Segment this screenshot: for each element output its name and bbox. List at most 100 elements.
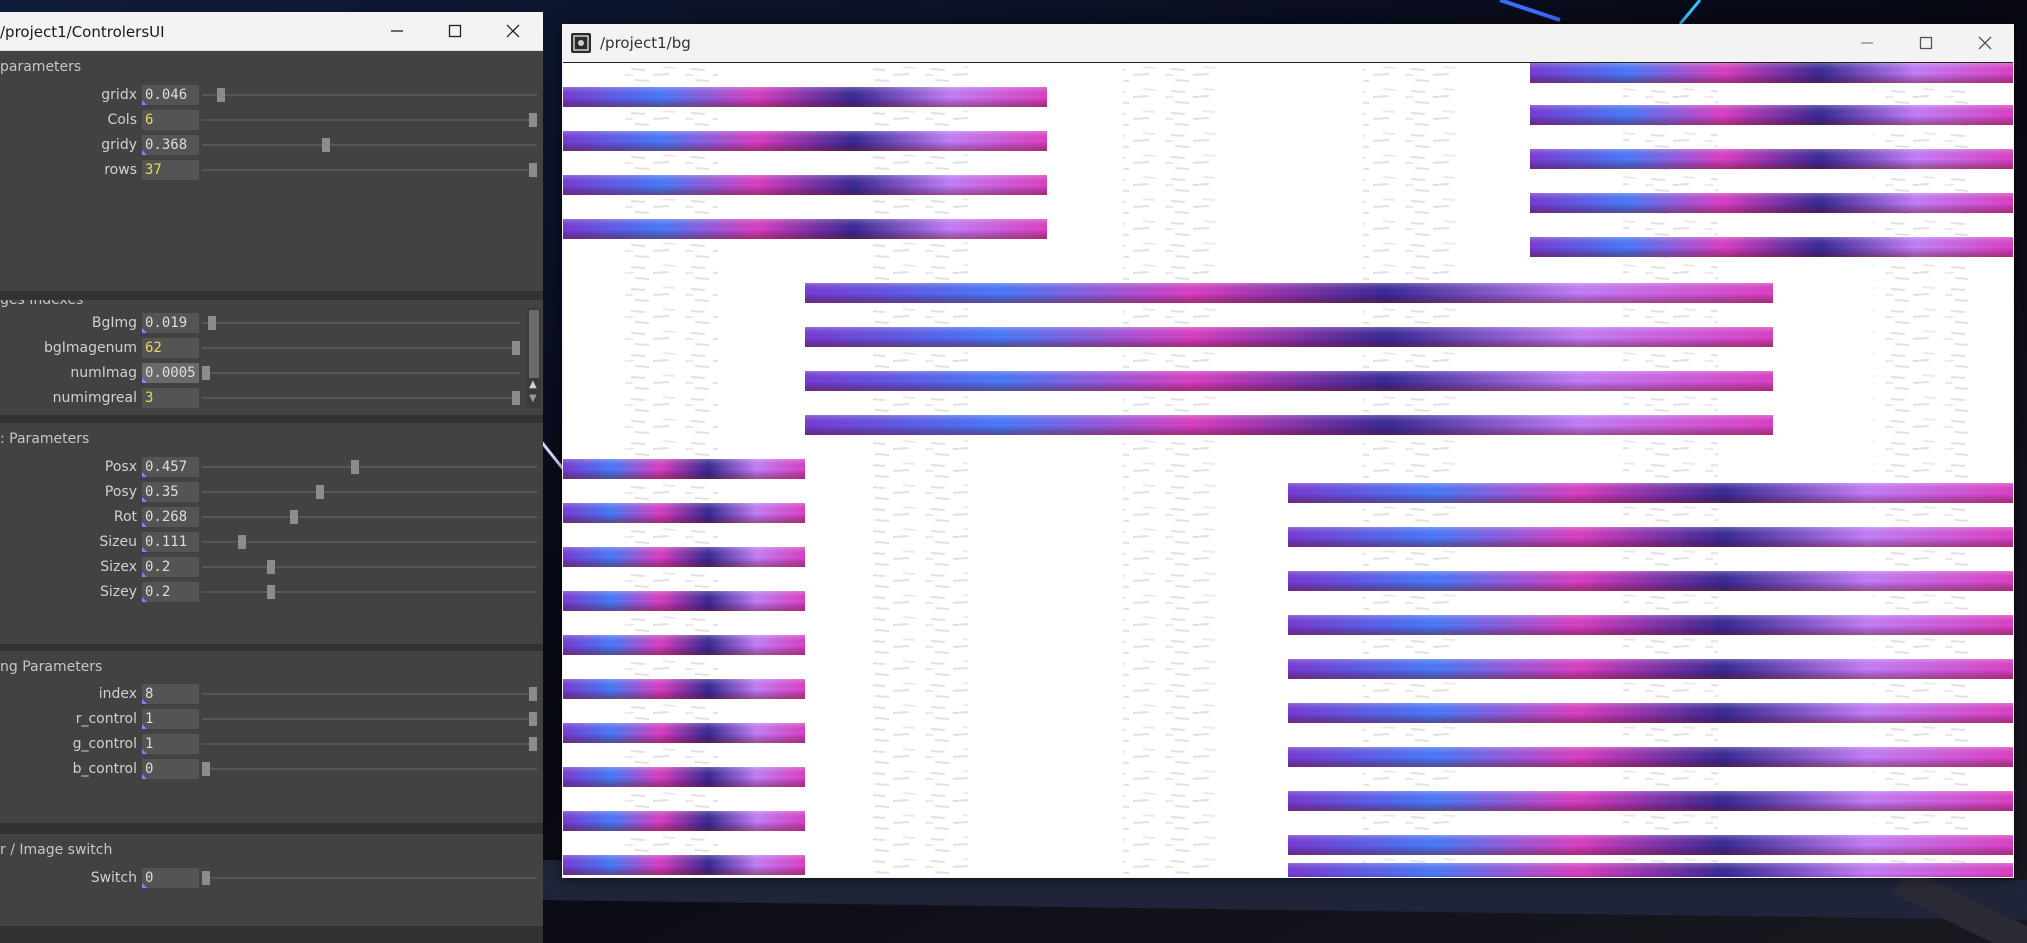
param-value-field[interactable]: 0.046 — [142, 85, 199, 105]
scroll-up-arrow-icon[interactable]: ▲ — [529, 380, 537, 390]
param-value-field[interactable]: 3 — [142, 388, 199, 408]
param-slider-handle[interactable] — [267, 585, 276, 599]
param-value: 0.111 — [145, 534, 188, 550]
param-value-field[interactable]: 0.0005 — [142, 363, 199, 383]
param-label: Posy — [104, 484, 137, 500]
param-slider-handle[interactable] — [529, 113, 537, 127]
image-stripe-shade — [1530, 237, 2013, 257]
image-stripe-shade — [1530, 193, 2013, 213]
param-slider-handle[interactable] — [529, 737, 537, 751]
param-value: 0.368 — [145, 137, 188, 153]
param-label: r_control — [75, 711, 137, 727]
param-slider-track[interactable] — [202, 516, 537, 518]
param-value-field[interactable]: 6 — [142, 110, 199, 130]
param-value: 0.019 — [145, 315, 188, 331]
param-slider-handle[interactable] — [529, 712, 537, 726]
image-stripe-shade — [563, 855, 805, 875]
bg-render-image — [563, 63, 2013, 877]
param-slider-track[interactable] — [202, 768, 537, 770]
param-slider-track[interactable] — [202, 119, 537, 121]
param-slider-track[interactable] — [202, 397, 520, 399]
param-slider-track[interactable] — [202, 877, 537, 879]
param-slider-handle[interactable] — [529, 687, 537, 701]
param-row-r-control: r_control 1 — [0, 709, 543, 729]
param-value-field[interactable]: 8 — [142, 684, 199, 704]
panel-transform-parameters: : Parameters Posx 0.457 Posy 0.35 Rot 0.… — [0, 423, 543, 644]
minimize-button[interactable] — [1838, 24, 1896, 62]
image-stripe-shade — [1288, 835, 2013, 855]
scroll-down-arrow-icon[interactable]: ▼ — [529, 394, 537, 404]
param-slider-track[interactable] — [202, 169, 537, 171]
param-value-field[interactable]: 0.368 — [142, 135, 199, 155]
param-label: Switch — [90, 870, 137, 886]
param-value-field[interactable]: 62 — [142, 338, 199, 358]
param-value-field[interactable]: 0 — [142, 759, 199, 779]
param-value-field[interactable]: 1 — [142, 734, 199, 754]
close-button[interactable] — [1956, 24, 2014, 62]
maximize-button[interactable] — [1897, 24, 1955, 62]
param-slider-handle[interactable] — [202, 762, 210, 776]
minimize-button[interactable] — [368, 12, 426, 50]
image-stripe-shade — [563, 767, 805, 787]
param-slider-handle[interactable] — [529, 163, 537, 177]
controllers-titlebar[interactable]: /project1/ControlersUI — [0, 12, 543, 51]
param-slider-track[interactable] — [202, 322, 520, 324]
param-value-field[interactable]: 0 — [142, 868, 199, 888]
param-slider-handle[interactable] — [289, 510, 298, 524]
param-slider-handle[interactable] — [267, 560, 276, 574]
param-slider-handle[interactable] — [316, 485, 325, 499]
image-stripe-shade — [1288, 747, 2013, 767]
param-row-sizex: Sizex 0.2 — [0, 557, 543, 577]
param-slider-track[interactable] — [202, 491, 537, 493]
param-value-field[interactable]: 0.35 — [142, 482, 199, 502]
close-button[interactable] — [484, 12, 542, 50]
ghost-column — [1123, 63, 1218, 877]
param-slider-track[interactable] — [202, 693, 537, 695]
param-row-rot: Rot 0.268 — [0, 507, 543, 527]
maximize-button[interactable] — [426, 12, 484, 50]
param-value-field[interactable]: 1 — [142, 709, 199, 729]
param-slider-handle[interactable] — [351, 460, 360, 474]
param-slider-track[interactable] — [202, 347, 520, 349]
param-slider-handle[interactable] — [217, 88, 226, 102]
param-row-posx: Posx 0.457 — [0, 457, 543, 477]
param-slider-track[interactable] — [202, 372, 520, 374]
image-stripe-shade — [805, 327, 1773, 347]
param-slider-track[interactable] — [202, 541, 537, 543]
param-slider-track[interactable] — [202, 466, 537, 468]
param-slider-track[interactable] — [202, 144, 537, 146]
param-slider-handle[interactable] — [512, 391, 520, 405]
image-stripe-shade — [1288, 615, 2013, 635]
param-value-field[interactable]: 0.2 — [142, 582, 199, 602]
param-label: Posx — [104, 459, 137, 475]
param-slider-handle[interactable] — [207, 316, 216, 330]
image-stripe-shade — [563, 679, 805, 699]
param-row-bgimg: BgImg 0.019 — [0, 313, 543, 333]
param-slider-handle[interactable] — [202, 871, 210, 885]
param-value-field[interactable]: 0.268 — [142, 507, 199, 527]
controllers-window-title: /project1/ControlersUI — [0, 23, 165, 41]
panel-coloring-parameters: ng Parameters index 8 r_control 1 g_cont… — [0, 651, 543, 823]
bg-titlebar[interactable]: /project1/bg — [562, 24, 2014, 62]
param-slider-track[interactable] — [202, 718, 537, 720]
param-slider-track[interactable] — [202, 743, 537, 745]
panel-scrollbar[interactable]: ▲ ▼ — [527, 308, 541, 408]
param-slider-handle[interactable] — [238, 535, 247, 549]
bg-render-canvas[interactable] — [563, 62, 2013, 877]
scrollbar-thumb[interactable] — [529, 310, 539, 378]
image-stripe-shade — [1288, 659, 2013, 679]
param-value-field[interactable]: 0.457 — [142, 457, 199, 477]
param-slider-handle[interactable] — [512, 341, 520, 355]
image-stripe-shade — [563, 131, 1047, 151]
param-value-field[interactable]: 0.019 — [142, 313, 199, 333]
param-value-field[interactable]: 0.2 — [142, 557, 199, 577]
param-slider-track[interactable] — [202, 591, 537, 593]
param-slider-handle[interactable] — [322, 138, 331, 152]
param-slider-handle[interactable] — [202, 366, 211, 380]
param-value-field[interactable]: 0.111 — [142, 532, 199, 552]
panel-grid-parameters: parameters gridx 0.046 Cols 6 gridy 0.36… — [0, 51, 543, 291]
image-stripe-shade — [1288, 527, 2013, 547]
param-slider-track[interactable] — [202, 94, 537, 96]
param-value-field[interactable]: 37 — [142, 160, 199, 180]
param-slider-track[interactable] — [202, 566, 537, 568]
